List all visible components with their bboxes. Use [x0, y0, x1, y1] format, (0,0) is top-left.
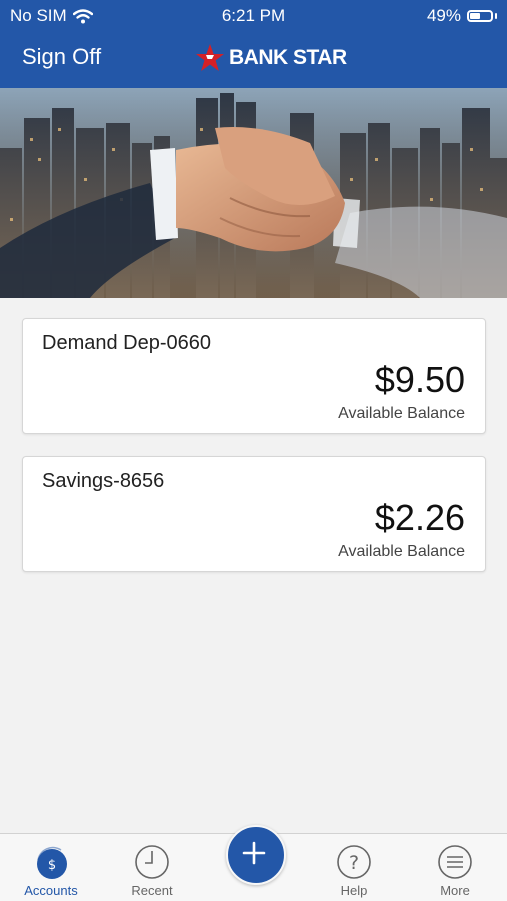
- dollar-icon: $: [37, 846, 67, 879]
- tab-label: Recent: [131, 883, 173, 898]
- tab-help[interactable]: ? Help: [304, 834, 404, 901]
- tab-label: More: [440, 883, 470, 898]
- svg-text:$: $: [48, 858, 56, 873]
- balance-label: Available Balance: [338, 543, 465, 560]
- balance-label: Available Balance: [338, 405, 465, 422]
- svg-text:?: ?: [349, 852, 359, 874]
- bank-logo: BANK STAR: [195, 43, 347, 73]
- tab-label: Help: [340, 883, 368, 898]
- account-name: Savings-8656: [42, 470, 165, 492]
- hero-banner-image: [0, 88, 507, 298]
- battery-status: 49%: [427, 6, 497, 26]
- menu-icon: [438, 845, 472, 879]
- clock-icon: [135, 845, 169, 879]
- account-card-savings[interactable]: Savings-8656 $2.26 Available Balance: [22, 456, 486, 572]
- account-name: Demand Dep-0660: [42, 332, 211, 354]
- add-button[interactable]: [226, 825, 286, 885]
- account-balance: $9.50: [374, 359, 465, 400]
- tab-label: Accounts: [24, 883, 78, 898]
- sign-off-button[interactable]: Sign Off: [22, 44, 101, 70]
- brand-name: BANK STAR: [229, 46, 347, 69]
- tab-recent[interactable]: Recent: [102, 834, 202, 901]
- question-icon: ?: [337, 845, 371, 879]
- header-bar: No SIM 6:21 PM 49% Sign Off BANK STAR: [0, 0, 507, 88]
- tab-more[interactable]: More: [405, 834, 505, 901]
- star-icon: [196, 44, 224, 71]
- plus-icon: [242, 841, 266, 865]
- account-card-demand[interactable]: Demand Dep-0660 $9.50 Available Balance: [22, 318, 486, 434]
- battery-icon: [467, 10, 493, 22]
- account-balance: $2.26: [374, 497, 465, 538]
- bottom-tab-bar: $ Accounts Recent ? Help More: [0, 825, 507, 901]
- battery-percent: 49%: [426, 6, 461, 25]
- status-bar: No SIM 6:21 PM 49%: [0, 0, 507, 30]
- tab-accounts[interactable]: $ Accounts: [1, 834, 101, 901]
